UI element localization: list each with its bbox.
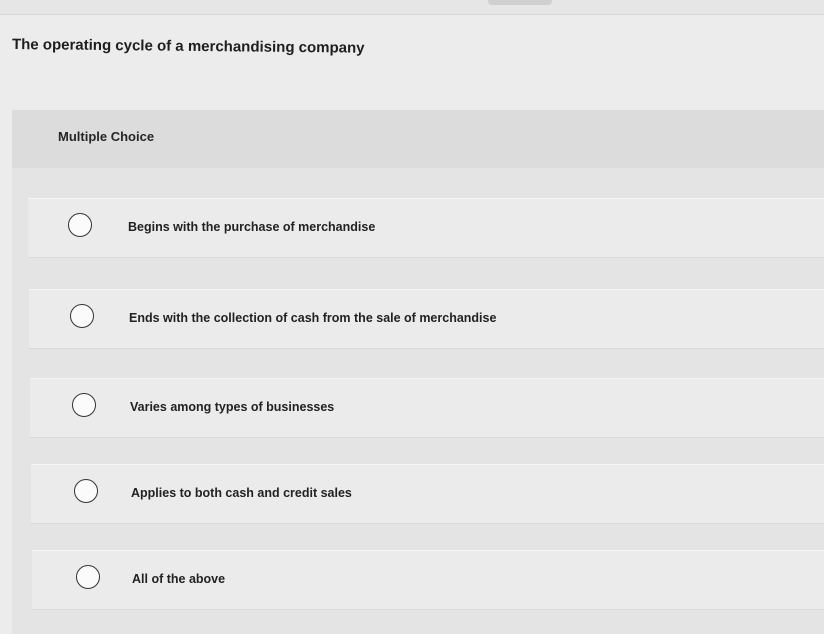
answer-option-label: Ends with the collection of cash from th… bbox=[129, 311, 497, 325]
radio-button-icon[interactable] bbox=[70, 304, 94, 328]
multiple-choice-panel: Multiple Choice Begins with the purchase… bbox=[12, 110, 824, 634]
answer-option-2[interactable]: Ends with the collection of cash from th… bbox=[29, 289, 824, 349]
question-prompt: The operating cycle of a merchandising c… bbox=[11, 36, 365, 57]
radio-button-icon[interactable] bbox=[74, 479, 98, 503]
answer-option-4[interactable]: Applies to both cash and credit sales bbox=[31, 464, 824, 524]
answer-option-label: Begins with the purchase of merchandise bbox=[128, 220, 376, 234]
radio-button-icon[interactable] bbox=[76, 565, 100, 589]
answer-option-5[interactable]: All of the above bbox=[32, 550, 824, 610]
answer-option-3[interactable]: Varies among types of businesses bbox=[30, 378, 824, 438]
answer-option-label: Applies to both cash and credit sales bbox=[131, 486, 352, 500]
top-tab-indicator bbox=[488, 0, 552, 5]
radio-button-icon[interactable] bbox=[68, 213, 92, 237]
radio-button-icon[interactable] bbox=[72, 393, 96, 417]
answer-option-1[interactable]: Begins with the purchase of merchandise bbox=[28, 198, 824, 258]
browser-top-strip bbox=[0, 0, 824, 15]
multiple-choice-label: Multiple Choice bbox=[58, 129, 155, 144]
answer-option-label: All of the above bbox=[132, 572, 226, 586]
panel-header: Multiple Choice bbox=[12, 110, 824, 168]
answer-option-label: Varies among types of businesses bbox=[130, 400, 335, 414]
